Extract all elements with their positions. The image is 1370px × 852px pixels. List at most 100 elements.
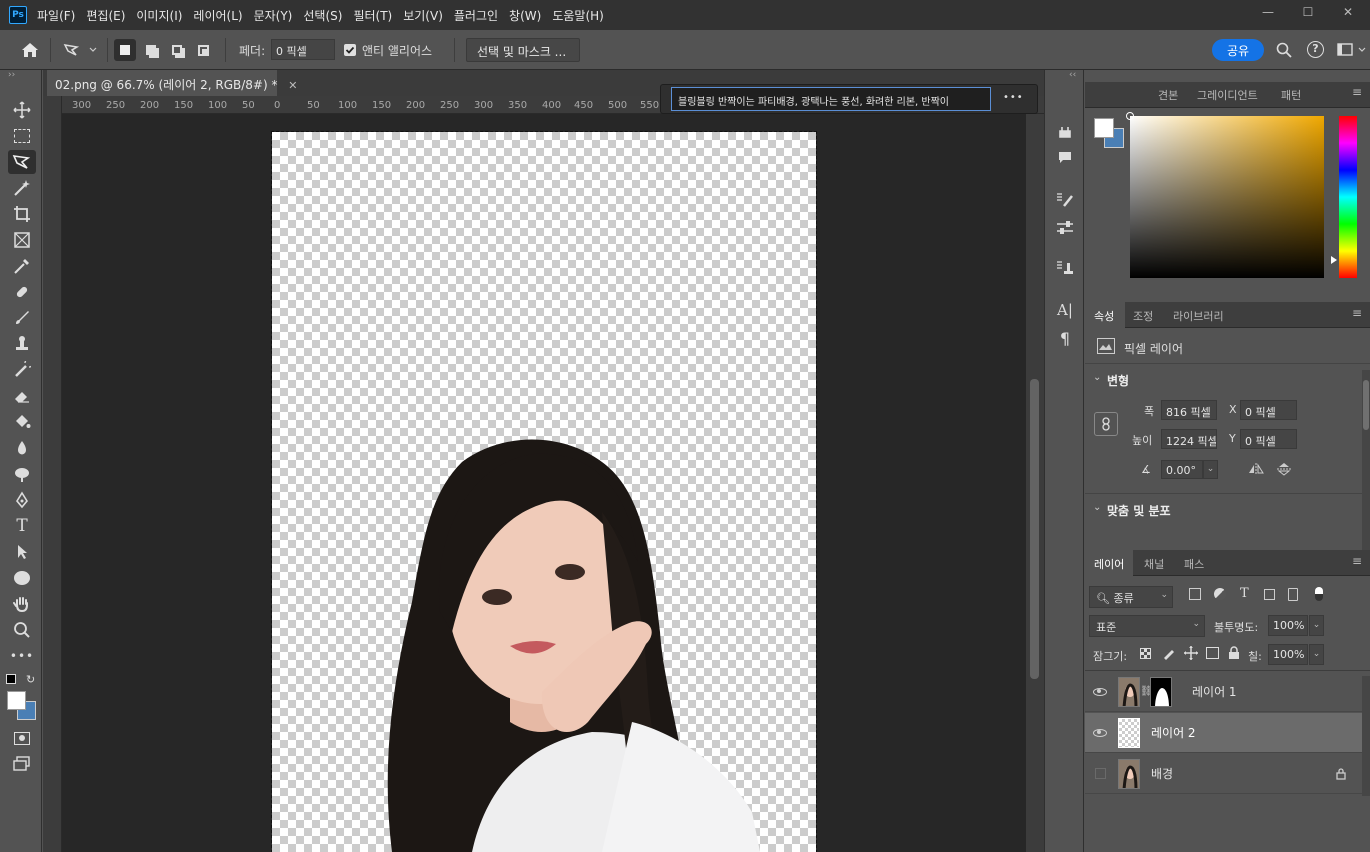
layer-name[interactable]: 배경 (1151, 765, 1173, 782)
menu-filter[interactable]: 필터(T) (353, 7, 392, 24)
frame-tool-icon[interactable] (8, 228, 36, 252)
document-tab[interactable]: 02.png @ 66.7% (레이어 2, RGB/8#) * ✕ (47, 70, 298, 96)
angle-input[interactable]: 0.00° (1161, 460, 1203, 479)
menu-layer[interactable]: 레이어(L) (193, 7, 242, 24)
brush-settings-icon[interactable] (1053, 188, 1077, 212)
tab-properties[interactable]: 속성 (1094, 308, 1114, 324)
transform-header[interactable]: 변형 (1107, 372, 1129, 389)
opacity-input[interactable]: 100% (1268, 615, 1308, 636)
marquee-tool-icon[interactable] (8, 124, 36, 148)
search-icon[interactable] (1276, 42, 1292, 61)
transform-chevron-icon[interactable]: ⌄ (1093, 372, 1101, 383)
menu-file[interactable]: 파일(F) (37, 7, 75, 24)
menu-help[interactable]: 도움말(H) (552, 7, 604, 24)
layer-mask-thumbnail[interactable] (1150, 676, 1172, 707)
layer-filter-select[interactable]: 🔍︎ 종류 ⌄ (1089, 586, 1173, 608)
lock-pixels-icon[interactable] (1162, 646, 1176, 663)
layer-row-layer1[interactable]: ⛓ 레이어 1 (1085, 672, 1370, 712)
x-input[interactable]: 0 픽셀 (1240, 400, 1297, 420)
lock-transparency-icon[interactable] (1140, 648, 1151, 659)
menu-select[interactable]: 선택(S) (303, 7, 342, 24)
workspace-icon[interactable] (1337, 43, 1367, 60)
filter-pixel-icon[interactable] (1189, 588, 1201, 600)
visibility-toggle-empty[interactable] (1085, 768, 1115, 779)
layer-row-background[interactable]: 배경 (1085, 754, 1370, 794)
tab-layers[interactable]: 레이어 (1094, 556, 1124, 572)
blend-mode-select[interactable]: 표준 ⌄ (1089, 615, 1205, 637)
clone-stamp-tool-icon[interactable] (8, 332, 36, 356)
pen-tool-icon[interactable] (8, 488, 36, 512)
plugins-icon[interactable] (1053, 120, 1077, 144)
height-input[interactable]: 1224 픽셀 (1161, 429, 1217, 449)
lock-all-icon[interactable] (1228, 646, 1240, 663)
blur-tool-icon[interactable] (8, 436, 36, 460)
more-options-icon[interactable]: ••• (1003, 92, 1024, 103)
layer-lock-icon[interactable] (1336, 768, 1346, 783)
minimize-button[interactable]: — (1248, 0, 1288, 24)
eraser-tool-icon[interactable] (8, 384, 36, 408)
filter-type-icon[interactable]: T (1240, 586, 1249, 601)
healing-brush-tool-icon[interactable] (8, 280, 36, 304)
align-chevron-icon[interactable]: ⌄ (1093, 502, 1101, 513)
y-input[interactable]: 0 픽셀 (1240, 429, 1297, 449)
tab-libraries[interactable]: 라이브러리 (1173, 308, 1224, 324)
hue-slider[interactable] (1339, 116, 1357, 278)
default-colors-icon[interactable] (6, 674, 16, 684)
mask-link-icon[interactable]: ⛓ (1140, 686, 1153, 697)
hand-tool-icon[interactable] (8, 592, 36, 616)
properties-scrollbar[interactable] (1362, 370, 1370, 550)
flip-horizontal-icon[interactable] (1248, 462, 1264, 479)
fill-dropdown-icon[interactable]: ⌄ (1309, 644, 1324, 665)
intersect-selection-icon[interactable] (192, 39, 214, 61)
close-button[interactable]: ✕ (1328, 0, 1368, 24)
flip-vertical-icon[interactable] (1276, 462, 1292, 479)
canvas[interactable] (271, 131, 817, 852)
new-selection-icon[interactable] (114, 39, 136, 61)
share-button[interactable]: 공유 (1212, 39, 1264, 61)
menu-edit[interactable]: 편집(E) (86, 7, 125, 24)
lock-artboard-icon[interactable] (1206, 647, 1219, 659)
comments-icon[interactable] (1053, 146, 1077, 170)
home-icon[interactable] (19, 39, 41, 61)
tab-gradients[interactable]: 그레이디언트 (1197, 87, 1258, 103)
tab-paths[interactable]: 패스 (1184, 556, 1204, 572)
screen-mode-icon[interactable] (8, 752, 36, 776)
paint-bucket-tool-icon[interactable] (8, 410, 36, 434)
crop-tool-icon[interactable] (8, 202, 36, 226)
generative-prompt-input[interactable]: 블링블링 반짝이는 파티배경, 광택나는 풍선, 화려한 리본, 반짝이 (671, 87, 991, 111)
tab-adjustments[interactable]: 조정 (1133, 308, 1153, 324)
filter-adjustment-icon[interactable] (1214, 588, 1226, 600)
layer-name[interactable]: 레이어 1 (1192, 683, 1237, 700)
color-field[interactable] (1126, 112, 1324, 278)
photoshop-logo-icon[interactable]: Ps (9, 6, 27, 24)
menu-window[interactable]: 창(W) (509, 7, 541, 24)
select-and-mask-button[interactable]: 선택 및 마스크 ... (466, 38, 580, 62)
lock-position-icon[interactable] (1184, 646, 1198, 663)
fill-input[interactable]: 100% (1268, 644, 1308, 665)
menu-view[interactable]: 보기(V) (403, 7, 443, 24)
help-icon[interactable]: ? (1307, 41, 1324, 58)
filter-smart-object-icon[interactable] (1288, 588, 1298, 601)
paragraph-panel-icon[interactable]: ¶ (1053, 326, 1077, 350)
opacity-dropdown-icon[interactable]: ⌄ (1309, 615, 1324, 636)
move-tool-icon[interactable] (8, 98, 36, 122)
swap-colors-icon[interactable]: ↻ (26, 673, 35, 686)
vertical-scrollbar[interactable] (1026, 114, 1044, 852)
add-selection-icon[interactable] (140, 39, 162, 61)
width-input[interactable]: 816 픽셀 (1161, 400, 1217, 420)
tab-channels[interactable]: 채널 (1144, 556, 1164, 572)
close-tab-icon[interactable]: ✕ (288, 79, 297, 92)
character-panel-icon[interactable]: A| (1053, 298, 1077, 322)
align-distribute-header[interactable]: 맞춤 및 분포 (1107, 502, 1171, 519)
visibility-eye-icon[interactable] (1085, 728, 1115, 737)
tab-patterns[interactable]: 패턴 (1281, 87, 1301, 103)
clone-source-icon[interactable] (1053, 256, 1077, 280)
history-brush-tool-icon[interactable] (8, 358, 36, 382)
menu-image[interactable]: 이미지(I) (136, 7, 182, 24)
foreground-color-swatch[interactable] (7, 691, 26, 710)
eyedropper-tool-icon[interactable] (8, 254, 36, 278)
link-dimensions-icon[interactable] (1094, 412, 1118, 436)
maximize-button[interactable]: ☐ (1288, 0, 1328, 24)
layers-scrollbar[interactable] (1362, 676, 1370, 796)
properties-menu-icon[interactable]: ≡ (1352, 306, 1362, 320)
